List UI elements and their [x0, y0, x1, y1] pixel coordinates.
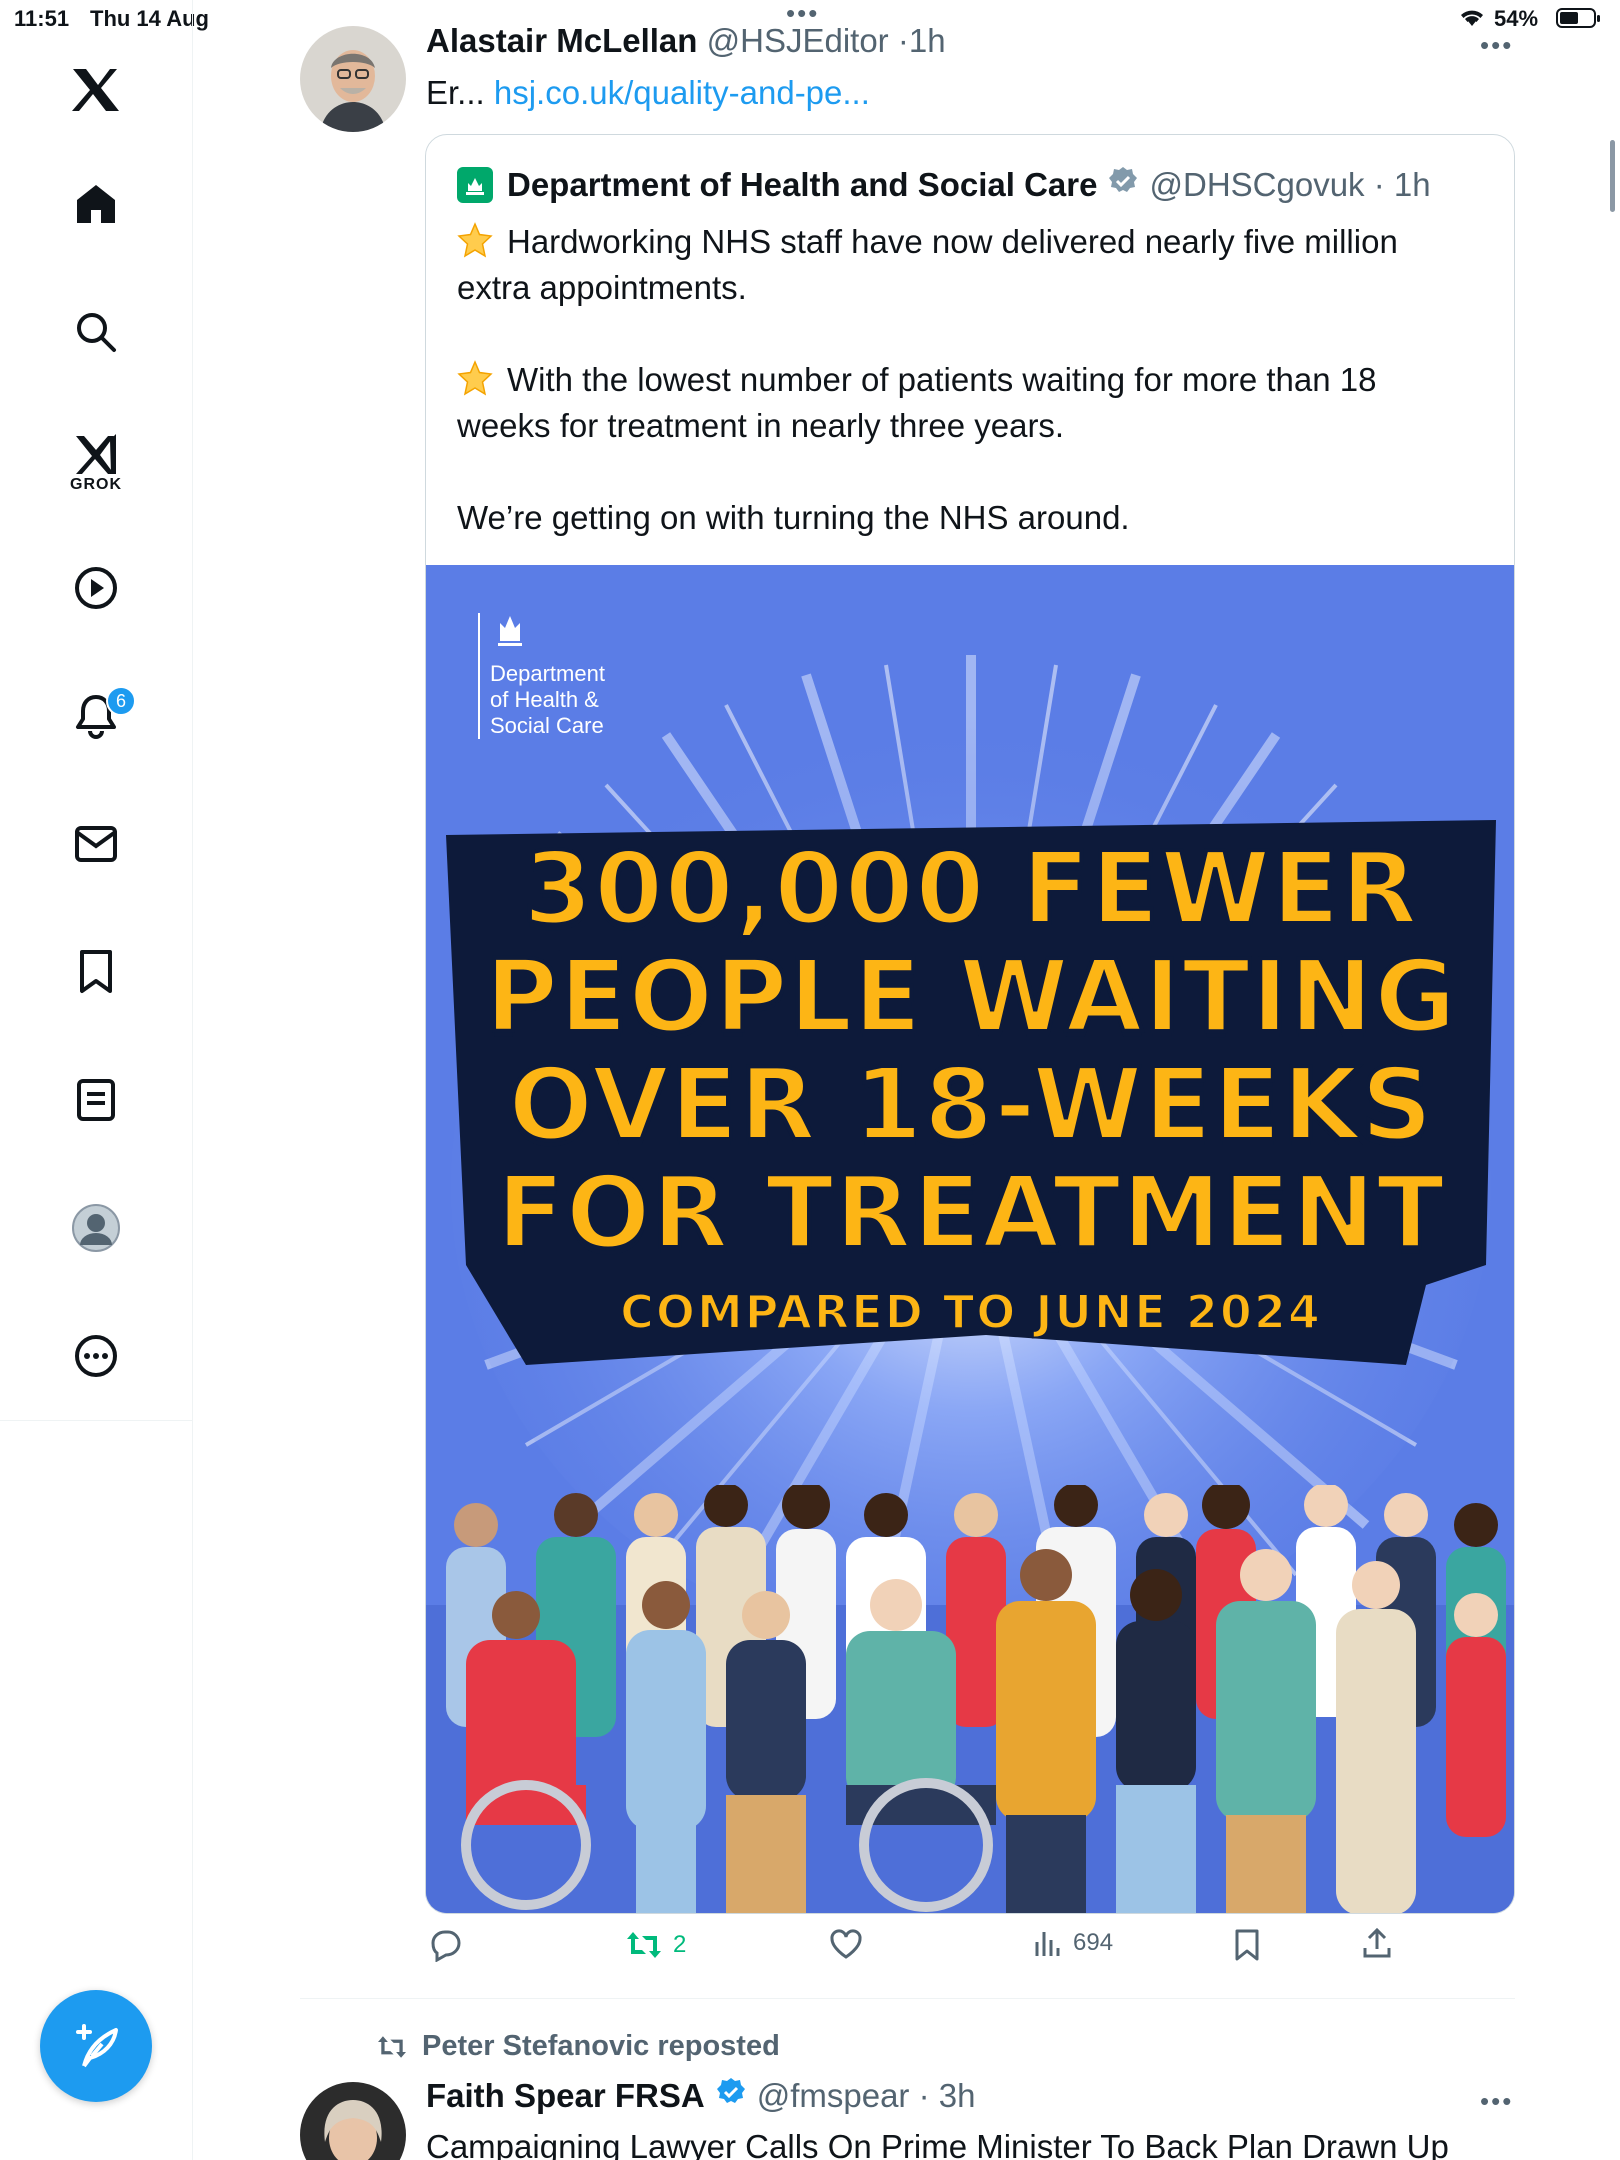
share-upload-icon [1363, 1928, 1391, 1958]
multitasking-dots-icon[interactable]: ••• [786, 0, 819, 26]
next-tweet-text: Campaigning Lawyer Calls On Prime Minist… [426, 2128, 1449, 2160]
lists-icon[interactable] [56, 1060, 136, 1140]
image-headline: 300,000 FEWER PEOPLE WAITING OVER 18-WEE… [426, 830, 1514, 1341]
quote-header: Department of Health and Social Care @DH… [457, 165, 1431, 205]
more-options-icon[interactable] [56, 1316, 136, 1396]
views-button[interactable]: 694 [1033, 1928, 1113, 1958]
glowing-star-icon [457, 222, 493, 258]
quote-author-name[interactable]: Department of Health and Social Care [507, 166, 1097, 204]
faith-spear-avatar[interactable] [300, 2082, 406, 2160]
meta-separator: · [909, 2077, 939, 2114]
author-avatar[interactable] [300, 26, 406, 132]
notifications-badge: 6 [106, 686, 136, 716]
headline-line-4: FOR TREATMENT [494, 1154, 1446, 1271]
tweet-text: Er... hsj.co.uk/quality-and-pe... [426, 74, 870, 112]
royal-crest-icon [498, 616, 522, 646]
retweet-icon [627, 1932, 661, 1958]
blue-verified-badge-icon [715, 2076, 747, 2116]
bookmark-button[interactable] [1233, 1928, 1261, 1962]
battery-percent: 54% [1494, 6, 1539, 31]
bookmark-icon[interactable] [56, 932, 136, 1012]
compose-post-button[interactable] [40, 1990, 152, 2102]
headline-line-3: OVER 18-WEEKS [506, 1046, 1434, 1163]
sidebar-divider [0, 1420, 193, 1421]
tweet-link[interactable]: hsj.co.uk/quality-and-pe... [494, 74, 870, 111]
next-author-name[interactable]: Faith Spear FRSA [426, 2077, 705, 2115]
battery-icon [1556, 8, 1600, 28]
next-tweet-time[interactable]: 3h [939, 2077, 976, 2115]
repost-icon [378, 2035, 406, 2058]
share-button[interactable] [1361, 1928, 1393, 1960]
views-count: 694 [1073, 1929, 1114, 1956]
meta-separator: · [897, 22, 909, 59]
reply-bubble-icon [431, 1930, 461, 1962]
quote-media-image[interactable]: Department of Health & Social Care 300,0… [426, 565, 1514, 1913]
like-button[interactable] [829, 1928, 873, 1960]
quote-paragraph: With the lowest number of patients waiti… [457, 357, 1477, 449]
dhsc-avatar[interactable] [457, 167, 493, 203]
retweet-button[interactable]: 2 [625, 1928, 686, 1962]
tweet-time[interactable]: 1h [909, 22, 946, 59]
quote-handle[interactable]: @DHSCgovuk [1149, 166, 1364, 204]
quote-paragraph-3: We’re getting on with turning the NHS ar… [457, 499, 1130, 536]
quote-body: Hardworking NHS staff have now delivered… [457, 219, 1477, 541]
headline-line-1: 300,000 FEWER [521, 830, 1420, 947]
author-handle[interactable]: @HSJEditor [707, 22, 889, 59]
grok-label: GROK [70, 476, 122, 493]
quoted-tweet-card[interactable]: Department of Health and Social Care @DH… [425, 134, 1515, 1914]
analytics-bars-icon [1035, 1932, 1060, 1956]
tweet-separator [300, 1998, 1515, 1999]
scrollbar-thumb[interactable] [1610, 140, 1615, 212]
next-author-handle[interactable]: @fmspear [757, 2077, 910, 2115]
quote-paragraph-1: Hardworking NHS staff have now delivered… [457, 223, 1398, 306]
next-tweet-more-icon[interactable]: ••• [1480, 2086, 1513, 2117]
headline-subline: COMPARED TO JUNE 2024 [619, 1284, 1322, 1340]
tweet-more-icon[interactable]: ••• [1480, 30, 1513, 61]
quote-paragraph-2: With the lowest number of patients waiti… [457, 361, 1377, 444]
repost-indicator[interactable]: Peter Stefanovic reposted [376, 2030, 780, 2063]
author-name[interactable]: Alastair McLellan [426, 22, 697, 59]
home-icon[interactable] [56, 164, 136, 244]
reply-button[interactable] [429, 1928, 473, 1962]
messages-mail-icon[interactable] [56, 804, 136, 884]
heart-icon [830, 1929, 862, 1959]
crowd-illustration [426, 1485, 1514, 1913]
compose-feather-icon [76, 2024, 118, 2068]
meta-separator: · [1364, 166, 1394, 203]
logo-line-1: Department [490, 661, 605, 686]
retweet-count: 2 [673, 1931, 687, 1958]
next-tweet-header: Faith Spear FRSA @fmspear · 3h [426, 2076, 975, 2116]
profile-avatar-icon[interactable] [56, 1188, 136, 1268]
dhsc-logo: Department of Health & Social Care [478, 613, 605, 739]
tweet-header: Alastair McLellan @HSJEditor ·1h [426, 22, 946, 60]
search-icon[interactable] [56, 292, 136, 372]
bookmark-outline-icon [1235, 1929, 1259, 1961]
quote-time: 1h [1393, 166, 1431, 203]
sidebar: GROK 6 [0, 0, 193, 2160]
logo-line-3: Social Care [490, 713, 604, 738]
tweet-text-prefix: Er... [426, 74, 485, 111]
reposted-by-label: Peter Stefanovic reposted [422, 2030, 780, 2062]
x-logo-icon[interactable] [56, 50, 136, 130]
logo-line-2: of Health & [490, 687, 599, 712]
video-play-icon[interactable] [56, 548, 136, 628]
grey-verified-badge-icon [1107, 165, 1139, 205]
glowing-star-icon [457, 360, 493, 396]
tweet-actions-bar: 2 694 [425, 1928, 1425, 1972]
headline-line-2: PEOPLE WAITING [483, 938, 1458, 1055]
quote-paragraph: Hardworking NHS staff have now delivered… [457, 219, 1477, 311]
